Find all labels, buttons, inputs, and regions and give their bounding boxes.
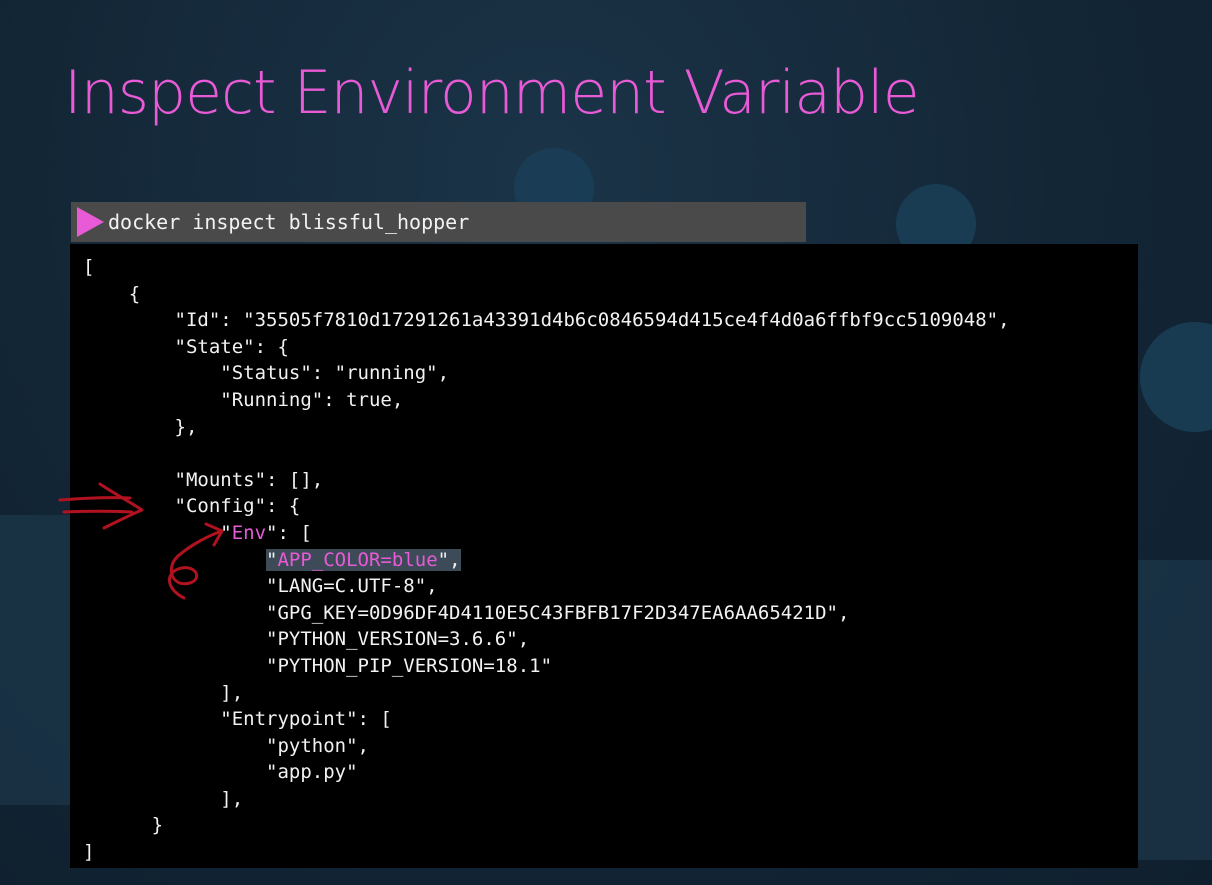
background-circle [1140, 322, 1212, 432]
code-line: ] [83, 841, 95, 864]
background-shape [1138, 560, 1212, 860]
json-output: [ { "Id": "35505f7810d17291261a43391d4b6… [83, 254, 1010, 866]
env-value-highlighted: "APP_COLOR=blue", [83, 547, 1010, 574]
command-text: docker inspect blissful_hopper [108, 210, 470, 234]
entrypoint-value: "python", [266, 734, 369, 757]
env-value: "PYTHON_VERSION=3.6.6", [266, 628, 530, 651]
env-value: "LANG=C.UTF-8", [266, 575, 438, 598]
background-shape [0, 515, 70, 805]
code-line: "Mounts": [], [174, 468, 324, 491]
env-value: "GPG_KEY=0D96DF4D4110E5C43FBFB17F2D347EA… [266, 601, 850, 624]
env-key-line: "Env": [ [83, 521, 312, 544]
code-line: { [128, 282, 141, 305]
code-line: } [151, 814, 164, 837]
code-line: ], [220, 787, 244, 810]
code-line: "Running": true, [220, 388, 404, 411]
code-line: ], [220, 681, 244, 704]
env-key: Env [231, 521, 267, 544]
env-value: "PYTHON_PIP_VERSION=18.1" [266, 654, 553, 677]
code-line: "Config": { [174, 495, 301, 518]
terminal-output: [ { "Id": "35505f7810d17291261a43391d4b6… [70, 244, 1138, 868]
code-line: [ [83, 256, 95, 278]
entrypoint-value: "app.py" [266, 761, 358, 784]
play-triangle-icon [75, 206, 105, 243]
command-bar: docker inspect blissful_hopper [71, 202, 806, 242]
code-line: "Status": "running", [220, 362, 450, 385]
highlighted-env-value: "APP_COLOR=blue", [266, 548, 461, 571]
code-line: "State": { [174, 335, 289, 358]
code-line: "Id": "35505f7810d17291261a43391d4b6c084… [174, 309, 1010, 332]
code-line: }, [174, 415, 198, 438]
code-line: "Entrypoint": [ [220, 708, 392, 731]
slide-title: Inspect Environment Variable [64, 58, 920, 128]
